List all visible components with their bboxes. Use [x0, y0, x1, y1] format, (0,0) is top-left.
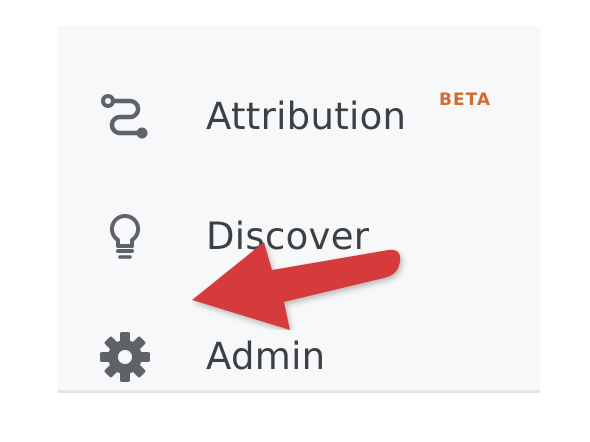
navigation-panel: Attribution BETA Discover Admin: [58, 26, 540, 390]
gear-icon: [98, 330, 152, 384]
nav-label-attribution: Attribution: [206, 95, 407, 138]
attribution-route-icon: [98, 90, 152, 144]
nav-divider: [58, 390, 540, 393]
beta-badge: BETA: [439, 90, 492, 110]
red-arrow-annotation-icon: [180, 230, 410, 330]
nav-item-attribution[interactable]: Attribution BETA: [58, 66, 540, 166]
lightbulb-icon: [98, 210, 152, 264]
nav-label-admin: Admin: [206, 335, 326, 378]
screenshot-canvas: Attribution BETA Discover Admin: [0, 0, 590, 442]
